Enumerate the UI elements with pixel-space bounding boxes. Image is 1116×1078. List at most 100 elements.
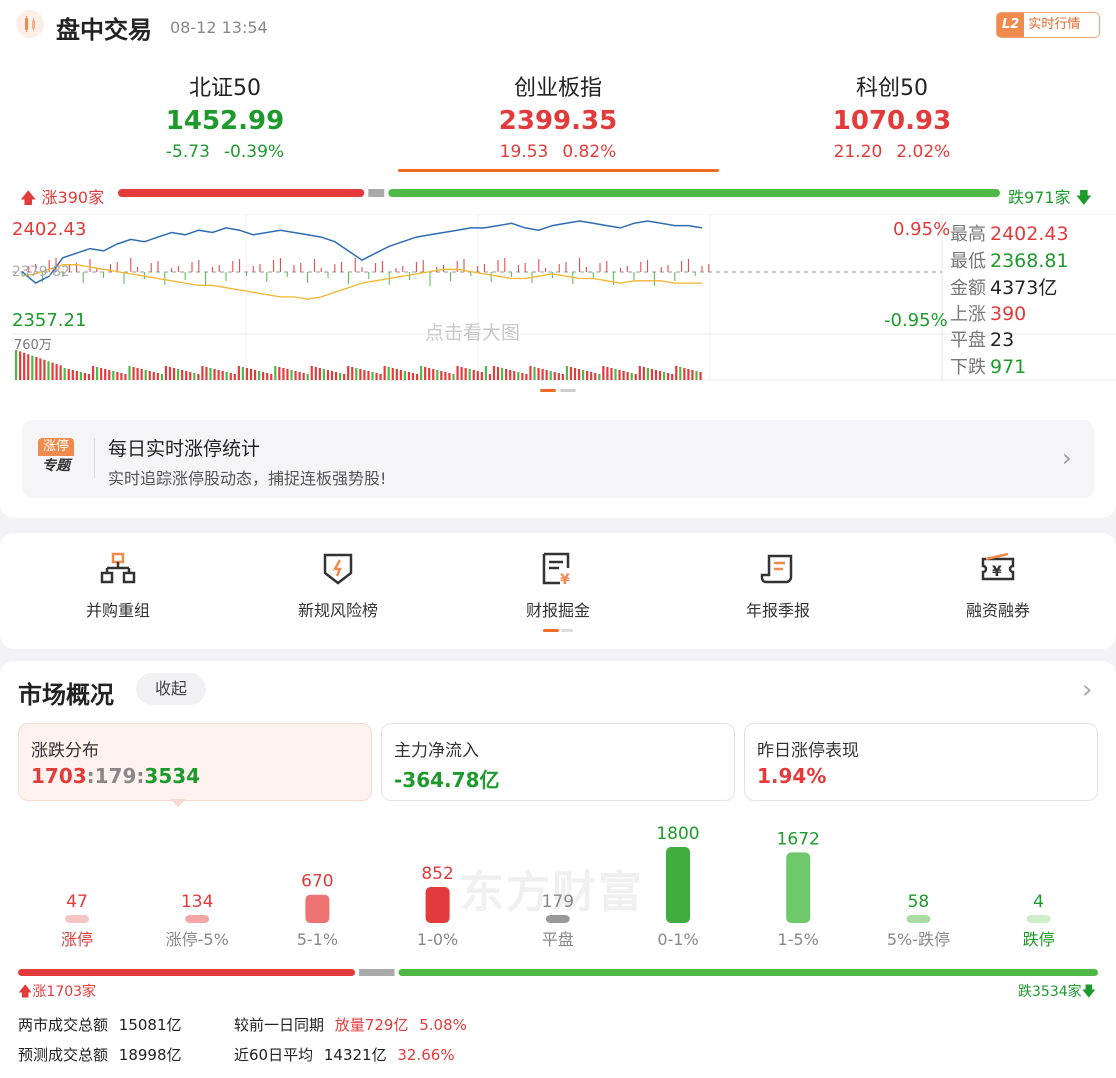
dist-label: 跌停 (1023, 930, 1055, 949)
volume-bar (602, 366, 605, 380)
summary-value: 14321亿 (323, 1046, 387, 1064)
merger-icon (100, 552, 136, 584)
volume-bar (128, 366, 131, 380)
volume-bar (112, 371, 115, 380)
summary-row-2-compare: 近60日平均 14321亿 32.66% (234, 1044, 455, 1065)
index-card-kc50[interactable]: 科创50 1070.93 21.20 2.02% (727, 70, 1057, 162)
volume-bar (699, 372, 702, 380)
index-pct: -0.39% (223, 142, 285, 162)
dist-bar (1026, 915, 1051, 923)
volume-bar (241, 367, 244, 380)
volume-bar (71, 370, 74, 380)
volume-bar (464, 368, 467, 380)
volume-bar (650, 369, 654, 380)
volume-bar (598, 374, 601, 380)
summary-row-2: 预测成交总额 18998亿 (18, 1044, 182, 1065)
volume-bar (496, 367, 500, 380)
volume-bar (646, 368, 649, 380)
volume-bar (505, 369, 508, 380)
volume-bar (91, 366, 95, 380)
promo-icon-bottom: 专题 (42, 458, 70, 474)
dist-bar (425, 887, 450, 923)
arrow-down-icon: 🡇 (1075, 188, 1093, 207)
breadth-down-text: 跌971家 (1008, 188, 1071, 207)
volume-bar (35, 357, 38, 380)
summary-value: 18998亿 (118, 1046, 182, 1064)
index-card-bz50[interactable]: 北证50 1452.99 -5.73 -0.39% (60, 70, 390, 162)
svg-text:¥: ¥ (560, 572, 570, 587)
volume-bar (140, 369, 143, 380)
bar-down-segment (388, 189, 1000, 197)
dist-label: 1-0% (417, 930, 458, 949)
stat-key: 平盘 (950, 330, 986, 351)
volume-bar (529, 366, 532, 380)
collapse-button[interactable]: 收起 (136, 673, 206, 705)
tool-report-gold[interactable]: ¥ 财报掘金 (478, 551, 638, 621)
tools-page-indicator (543, 629, 573, 632)
summary-key: 预测成交总额 (18, 1046, 109, 1064)
volume-bar (351, 367, 354, 380)
volume-bar (225, 372, 228, 380)
total-down-text: 跌3534家 (1018, 984, 1082, 1000)
dist-bar (545, 915, 570, 923)
volume-bar (286, 369, 289, 380)
box-main-net-inflow[interactable]: 主力净流入 -364.78亿 (381, 723, 735, 801)
dist-label: 涨停-5% (166, 930, 229, 949)
summary-row-1-compare: 较前一日同期 放量729亿 5.08% (234, 1014, 467, 1035)
index-pct: 2.02% (896, 142, 951, 162)
tool-label: 财报掘金 (525, 601, 590, 620)
market-overview-card: 市场概况 收起 › 涨跌分布 1703:179:3534 主力净流入 -364.… (0, 661, 1116, 1078)
tool-merger[interactable]: 并购重组 (38, 551, 198, 621)
dist-bar (786, 852, 811, 923)
volume-bar (403, 371, 406, 380)
volume-bar (626, 372, 629, 380)
volume-bar (63, 368, 66, 380)
total-down-label: 跌3534家🡇 (1018, 981, 1096, 1005)
volume-bar (537, 368, 540, 380)
carousel-dots (540, 389, 576, 392)
volume-bar (476, 371, 479, 380)
tool-new-rule-risk[interactable]: 新规风险榜 (258, 551, 418, 621)
volume-bar (509, 370, 512, 380)
volume-bar (375, 373, 378, 380)
stat-low: 最低 2368.81 (950, 247, 1069, 273)
volume-bar (687, 369, 690, 380)
volume-bar (245, 368, 249, 380)
volume-bar (533, 367, 536, 380)
l2-realtime-badge[interactable]: L2 实时行情 (996, 12, 1100, 38)
index-price: 1452.99 (165, 106, 285, 136)
volume-bar (229, 373, 232, 380)
stat-value: 23 (990, 329, 1015, 351)
promo-subtitle: 实时追踪涨停股动态，捕捉连板强势股! (108, 469, 387, 488)
header-card: 盘中交易 08-12 13:54 L2 实时行情 北证50 1452.99 -5.… (0, 0, 1116, 518)
summary-key: 较前一日同期 (234, 1016, 325, 1034)
svg-text:¥: ¥ (992, 564, 1002, 580)
dist-label: 0-1% (657, 930, 698, 949)
volume-bar (610, 368, 613, 380)
volume-bar (116, 372, 119, 380)
limit-up-promo-banner[interactable]: 涨停 专题 每日实时涨停统计 实时追踪涨停股动态，捕捉连板强势股! › (22, 420, 1094, 498)
box-yesterday-limit-up[interactable]: 昨日涨停表现 1.94% (744, 723, 1098, 801)
volume-bar (290, 370, 293, 380)
chevron-right-icon[interactable]: › (1082, 675, 1092, 705)
volume-bar (79, 372, 82, 380)
dist-value: 670 (301, 872, 333, 892)
tool-margin-trading[interactable]: ¥ 融资融券 (918, 551, 1078, 621)
tool-annual-report[interactable]: 年报季报 (698, 551, 858, 621)
volume-bar (51, 362, 54, 380)
volume-bar (233, 374, 236, 380)
volume-bar (185, 371, 188, 380)
volume-bar (622, 371, 625, 380)
total-breadth-bar (18, 969, 1098, 976)
chart-pct-high: 0.95% (893, 219, 951, 240)
chart-high-label: 2402.43 (12, 219, 87, 240)
summary-row-1: 两市成交总额 15081亿 (18, 1014, 182, 1035)
box-rise-fall-distribution[interactable]: 涨跌分布 1703:179:3534 (18, 723, 372, 801)
volume-bar (480, 372, 483, 380)
volume-bar (306, 374, 309, 380)
report-yen-icon: ¥ (542, 552, 570, 587)
volume-bar (663, 372, 666, 380)
index-card-cyb[interactable]: 创业板指 2399.35 19.53 0.82% (393, 70, 723, 162)
volume-bar (108, 370, 111, 380)
stat-high: 最高 2402.43 (950, 220, 1069, 246)
